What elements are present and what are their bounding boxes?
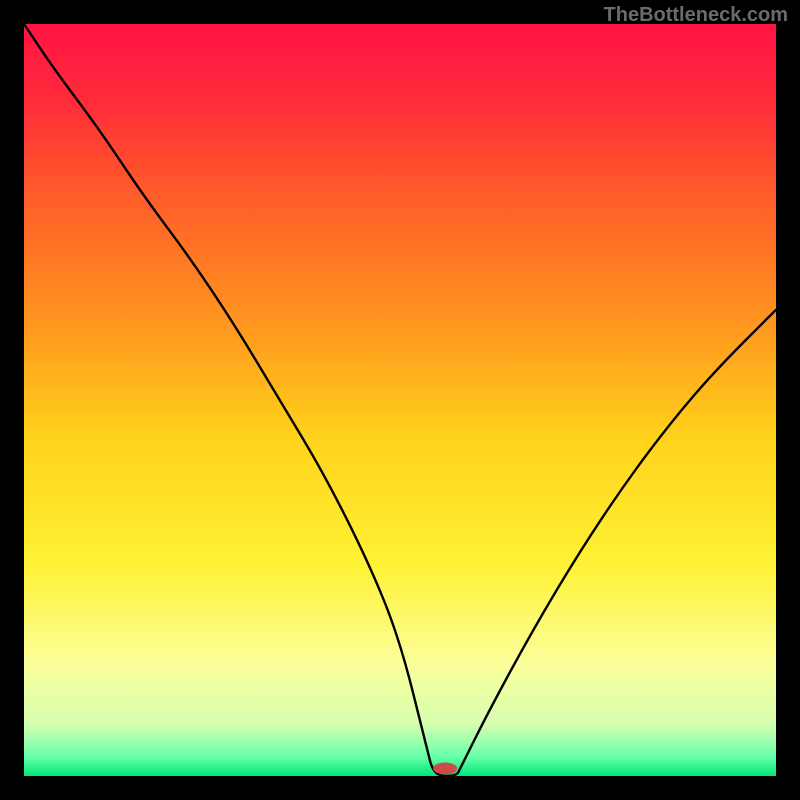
chart-container: TheBottleneck.com	[0, 0, 800, 800]
optimal-marker	[433, 762, 457, 774]
plot-area	[24, 24, 776, 776]
bottleneck-chart	[0, 0, 800, 800]
